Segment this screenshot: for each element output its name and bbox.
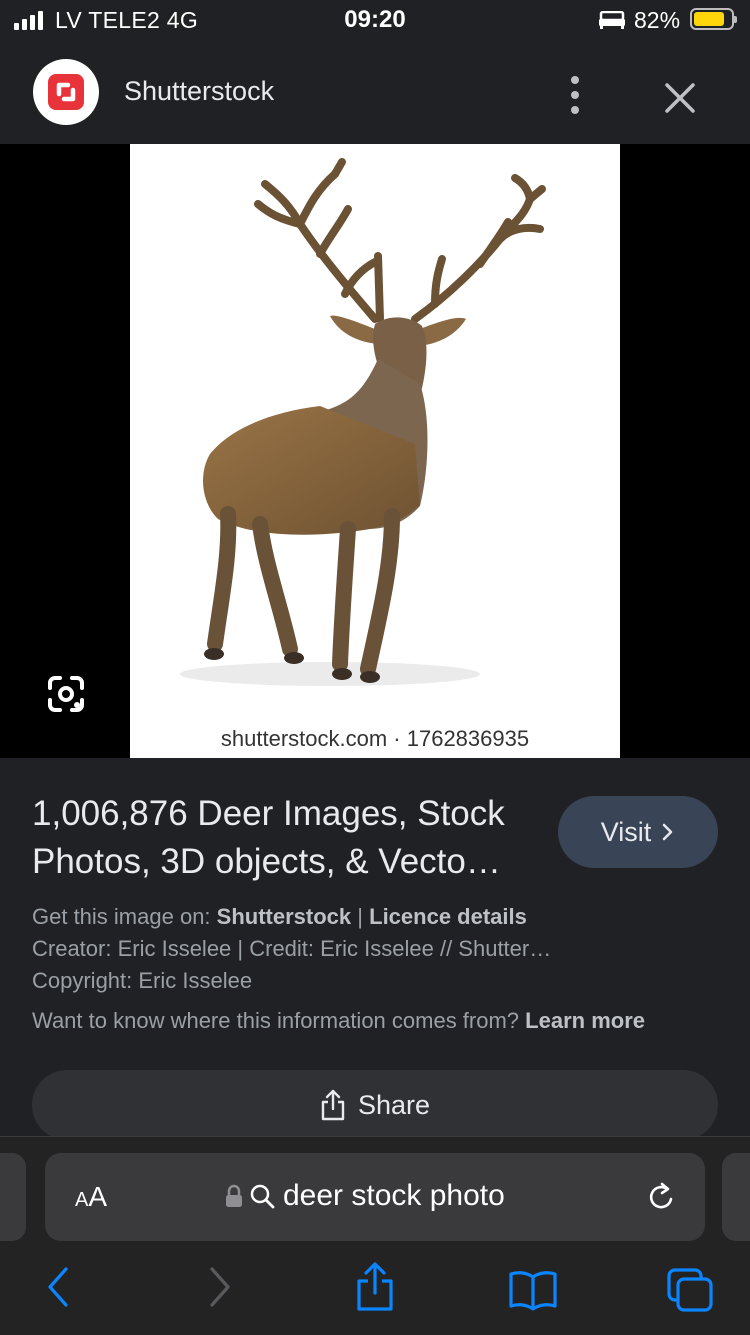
- reload-icon[interactable]: [645, 1181, 677, 1215]
- chevron-right-icon: [663, 823, 673, 841]
- previous-tab-peek[interactable]: [0, 1153, 26, 1241]
- text-size-button[interactable]: AA: [75, 1181, 107, 1213]
- status-bar: LV TELE2 4G 09:20 82%: [0, 0, 750, 40]
- image-watermark: shutterstock.com · 1762836935: [220, 726, 530, 751]
- url-icons: [225, 1183, 275, 1209]
- tabs-icon[interactable]: [666, 1267, 714, 1313]
- text-size-small: A: [75, 1189, 89, 1211]
- browser-toolbar: AA deer stock photo: [0, 1136, 750, 1335]
- image-source-line: Get this image on: Shutterstock | Licenc…: [32, 904, 527, 930]
- visit-button[interactable]: Visit: [558, 796, 718, 868]
- viewer-header: Shutterstock: [0, 40, 750, 144]
- image-preview-area: shutterstock.com · 1762836935: [0, 144, 750, 758]
- result-title[interactable]: 1,006,876 Deer Images, Stock Photos, 3D …: [32, 790, 542, 886]
- share-page-icon[interactable]: [354, 1261, 396, 1313]
- visit-label: Visit: [600, 816, 652, 847]
- bookmarks-icon[interactable]: [508, 1269, 558, 1311]
- google-lens-icon[interactable]: [46, 674, 86, 714]
- next-tab-peek[interactable]: [722, 1153, 750, 1241]
- copyright-line: Copyright: Eric Isselee: [32, 968, 253, 993]
- search-icon: [250, 1184, 275, 1209]
- battery-icon: [690, 8, 737, 30]
- licence-details-link[interactable]: Licence details: [369, 904, 527, 929]
- text-size-large: A: [88, 1181, 108, 1212]
- info-source-line: Want to know where this information come…: [32, 1008, 645, 1034]
- close-icon[interactable]: [660, 78, 700, 118]
- deer-image[interactable]: shutterstock.com · 1762836935: [130, 144, 620, 758]
- creator-line: Creator: Eric Isselee | Credit: Eric Iss…: [32, 936, 552, 961]
- more-options-icon[interactable]: [560, 76, 590, 116]
- back-icon[interactable]: [44, 1265, 74, 1309]
- sleep-bed-icon: [599, 11, 625, 29]
- url-text: deer stock photo: [283, 1179, 505, 1212]
- learn-more-link[interactable]: Learn more: [525, 1008, 645, 1033]
- deer-illustration: [180, 158, 546, 686]
- get-image-label: Get this image on:: [32, 904, 211, 929]
- info-question: Want to know where this information come…: [32, 1008, 520, 1033]
- source-link[interactable]: Shutterstock: [217, 904, 351, 929]
- share-icon: [321, 1089, 345, 1121]
- share-button[interactable]: Share: [32, 1070, 718, 1140]
- forward-icon[interactable]: [204, 1265, 234, 1309]
- shutterstock-logo: [33, 59, 99, 125]
- address-bar[interactable]: AA deer stock photo: [45, 1153, 705, 1241]
- lock-icon: [226, 1184, 242, 1207]
- share-label: Share: [357, 1089, 431, 1120]
- separator: |: [357, 904, 363, 929]
- site-name: Shutterstock: [124, 76, 275, 106]
- battery-percent: 82%: [634, 7, 681, 33]
